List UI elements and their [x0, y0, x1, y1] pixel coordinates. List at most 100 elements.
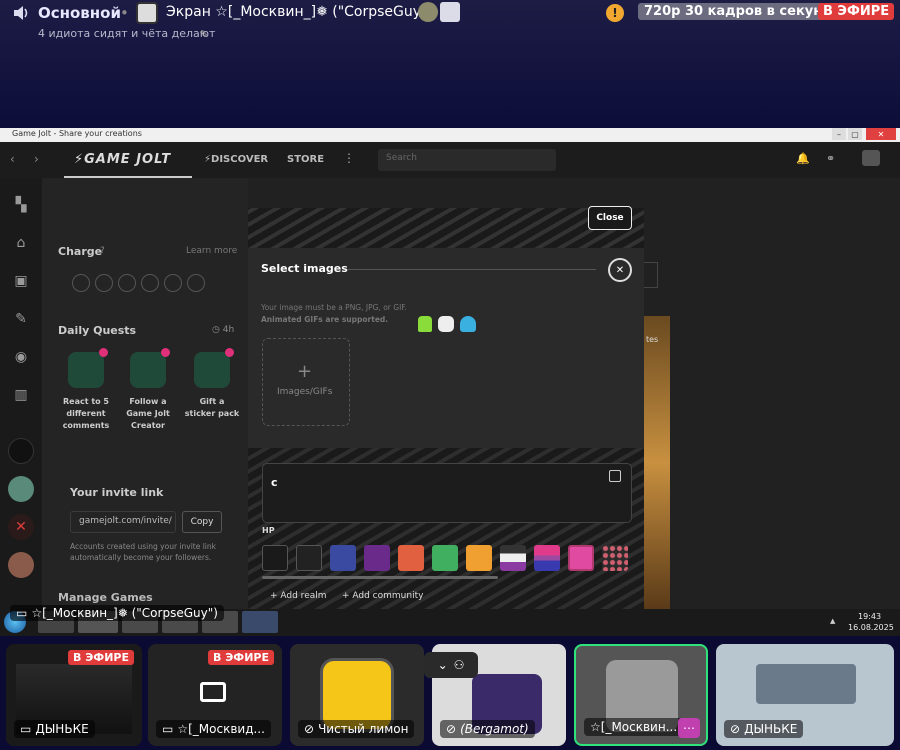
skull-sticker[interactable] — [438, 316, 454, 332]
friends-icon[interactable]: ⚭ — [826, 152, 835, 165]
minimize-button[interactable]: – — [832, 128, 846, 140]
sidebar-library-icon[interactable]: ▥ — [8, 382, 34, 408]
sidebar-community-3[interactable]: ✕ — [8, 514, 34, 540]
nav-discover[interactable]: ⚡DISCOVER — [204, 154, 268, 165]
tile-preview — [756, 664, 856, 704]
sidebar-community-1[interactable] — [8, 438, 34, 464]
manage-games[interactable]: Manage Games — [58, 591, 153, 604]
quest-new-dot — [161, 348, 170, 357]
participant-tile[interactable]: ⊘ ДЫНЬКЕ — [716, 644, 894, 746]
taskbar-app[interactable] — [242, 611, 278, 633]
back-icon[interactable]: ‹ — [10, 152, 15, 166]
more-options-button[interactable]: ⋯ — [678, 718, 700, 738]
user-avatar[interactable] — [862, 150, 880, 166]
more-icon[interactable]: ⋮ — [343, 151, 355, 165]
bell-icon[interactable]: 🔔 — [796, 152, 810, 165]
separator: • — [120, 4, 129, 22]
participant-tile[interactable]: В ЭФИРЕ ▭ ☆[_Москвид... — [148, 644, 282, 746]
tile-name: ⊘ ДЫНЬКЕ — [724, 720, 804, 738]
add-community-button[interactable]: + Add community — [342, 591, 423, 601]
sidebar-community-2[interactable] — [8, 476, 34, 502]
quest-label: React to 5 different comments — [62, 397, 110, 430]
sidebar-store-icon[interactable]: ⌂ — [8, 230, 34, 256]
muted-icon: ⊘ — [304, 722, 315, 736]
sidebar-gift-icon[interactable]: ▣ — [8, 268, 34, 294]
tray-arrow[interactable]: ▲ — [830, 617, 835, 625]
discover-icon: ⚡ — [204, 154, 212, 165]
chevron-down-icon: ⌄ — [437, 658, 448, 672]
close-window-button[interactable]: ✕ — [866, 128, 896, 140]
sidebar-community-4[interactable] — [8, 552, 34, 578]
tile-live-badge: В ЭФИРЕ — [68, 650, 134, 665]
charge-orb — [164, 274, 182, 292]
channel-name[interactable]: Основной — [38, 4, 121, 22]
quests-title: Daily Quests — [58, 324, 137, 337]
window-title: Game Jolt - Share your creations — [12, 129, 142, 138]
charge-orb — [141, 274, 159, 292]
forward-icon[interactable]: › — [34, 152, 39, 166]
charge-info-icon: ? — [100, 246, 105, 256]
emoji-icon[interactable] — [609, 470, 621, 482]
add-realm-button[interactable]: + Add realm — [270, 591, 327, 601]
daily-quest-card[interactable]: React to 5 different comments — [58, 348, 114, 432]
muted-icon: ⊘ — [446, 722, 457, 736]
viewer-avatar[interactable] — [418, 2, 438, 22]
participants-toggle[interactable]: ⌄ ⚇ — [424, 652, 478, 678]
screen-share-icon — [200, 682, 226, 702]
participant-tile[interactable]: В ЭФИРЕ ▭ ДЫНЬКЕ — [6, 644, 142, 746]
logo-text: GAME JOLT — [84, 152, 172, 167]
charge-orb — [118, 274, 136, 292]
participant-tile[interactable]: ☆[_Москвин... ⋯ — [574, 644, 708, 746]
invite-note: Accounts created using your invite link … — [70, 542, 216, 562]
maximize-button[interactable]: ▢ — [848, 128, 862, 140]
topic-text: 4 идиота сидят и чёта делают — [38, 27, 216, 40]
warning-icon[interactable]: ! — [606, 4, 624, 22]
screen-icon: ▭ — [162, 722, 174, 736]
nav-store[interactable]: STORE — [287, 154, 324, 165]
invite-url-field[interactable]: gamejolt.com/invite/ — [70, 511, 176, 533]
clock-icon: ◷ — [212, 325, 220, 335]
daily-quest-card[interactable]: Follow a Game Jolt Creator — [120, 348, 176, 432]
daily-quest-card[interactable]: Gift a sticker pack — [184, 348, 240, 420]
upload-dropzone[interactable] — [262, 338, 350, 426]
ghost-sticker[interactable] — [460, 316, 476, 332]
clock-date: 16.08.2025 — [848, 623, 894, 632]
stream-quality: 720p 30 кадров в секунду — [638, 3, 848, 20]
quest-label: Gift a sticker pack — [184, 397, 240, 418]
shared-screen: Game Jolt - Share your creations – ▢ ✕ ‹… — [0, 128, 900, 609]
invite-title: Your invite link — [70, 486, 164, 499]
screen-icon: ▭ — [20, 722, 32, 736]
sidebar-quest-icon[interactable]: ✎ — [8, 306, 34, 332]
participant-tile[interactable]: ⊘ Чистый лимон — [290, 644, 424, 746]
charge-learn-more[interactable]: Learn more — [186, 246, 237, 256]
modal-close-icon[interactable]: ✕ — [608, 258, 632, 282]
modal-pattern — [248, 208, 644, 248]
gamejolt-logo[interactable]: ⚡GAME JOLT — [74, 152, 171, 167]
tile-name: ▭ ДЫНЬКЕ — [14, 720, 95, 738]
tile-live-badge: В ЭФИРЕ — [208, 650, 274, 665]
window-label-chip: ▭ ☆[_Москвин_]❅ ("CorpseGuy") — [10, 605, 224, 621]
swatch-scrollbar[interactable] — [262, 576, 498, 579]
feed-search-edge — [644, 262, 658, 288]
hp-label: HP — [262, 526, 275, 535]
quest-new-dot — [225, 348, 234, 357]
screen-title: Экран ☆[_Москвин_]❅ ("CorpseGuy") — [166, 4, 433, 20]
tile-name: ▭ ☆[_Москвид... — [156, 720, 271, 738]
frog-sticker[interactable] — [418, 316, 432, 332]
quest-new-dot — [99, 348, 108, 357]
speaker-icon — [12, 5, 30, 21]
close-button[interactable]: Close — [588, 206, 632, 230]
sidebar-chat-icon[interactable]: ◉ — [8, 344, 34, 370]
copy-button[interactable]: Copy — [182, 511, 222, 533]
search-input[interactable]: Search — [378, 149, 556, 171]
sidebar-feed-icon[interactable]: ▚ — [8, 192, 34, 218]
post-text-input[interactable]: c — [262, 463, 632, 523]
edit-icon[interactable]: ✎ — [198, 28, 210, 41]
screen-share-icon: ▭ — [16, 606, 28, 620]
upload-plus-icon: + — [297, 361, 313, 382]
charge-orb — [187, 274, 205, 292]
tile-name: ⊘ (Bergamot) — [440, 720, 535, 738]
bolt-icon: ⚡ — [74, 152, 85, 167]
feed-fragment: tes — [646, 335, 659, 344]
viewer-avatar[interactable] — [440, 2, 460, 22]
